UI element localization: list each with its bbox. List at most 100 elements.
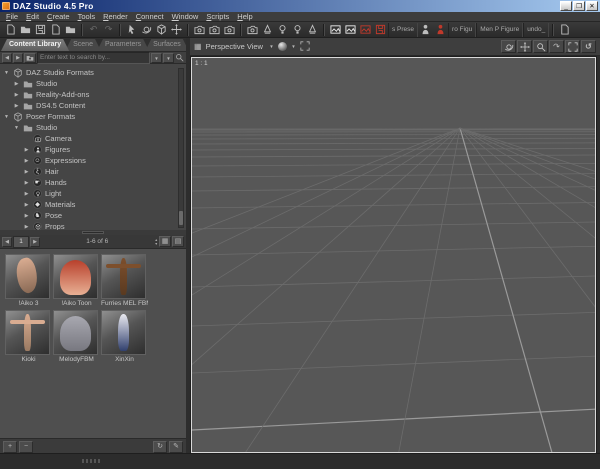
page-number-field[interactable]: 1	[13, 235, 29, 248]
rotate-camera-button[interactable]: ↷	[549, 40, 564, 53]
thumbnail--aiko-toon[interactable]	[53, 254, 98, 299]
list-view-button[interactable]: ▤	[172, 236, 184, 247]
thumbnail-size-spinner[interactable]: ▲ ▼	[155, 238, 158, 246]
tree-item-hands[interactable]: ▶ ☛ Hands	[0, 177, 186, 188]
expander-closed-icon[interactable]: ▶	[13, 92, 20, 98]
expander-closed-icon[interactable]: ▶	[13, 81, 20, 87]
new-script-button[interactable]	[557, 23, 572, 37]
menu-tools[interactable]: Tools	[74, 12, 100, 22]
preset-button-2[interactable]: ro Figu	[448, 22, 477, 37]
render-settings-button[interactable]	[358, 23, 373, 37]
tree-item-camera[interactable]: Camera	[0, 133, 186, 144]
minimize-button[interactable]: _	[560, 1, 572, 11]
new-file-button[interactable]	[3, 23, 18, 37]
restore-button[interactable]: ❒	[573, 1, 585, 11]
add-content-button[interactable]: +	[3, 440, 17, 453]
camera-tool-button-2[interactable]	[207, 23, 222, 37]
tree-item-ds4-5-content[interactable]: ▶ DS4.5 Content	[0, 100, 186, 111]
pan-camera-button[interactable]	[517, 40, 532, 53]
drawstyle-sphere-icon[interactable]	[277, 42, 287, 51]
tree-item-daz-studio-formats[interactable]: ▼ DAZ Studio Formats	[0, 67, 186, 78]
reset-camera-button[interactable]: ↺	[581, 40, 596, 53]
menu-render[interactable]: Render	[99, 12, 132, 22]
expander-closed-icon[interactable]: ▶	[23, 169, 30, 175]
camera-tool-button-1[interactable]	[192, 23, 207, 37]
tab-parameters[interactable]: Parameters	[97, 39, 149, 51]
viewport-options-button[interactable]	[300, 38, 310, 56]
search-back-button[interactable]: ◀	[2, 52, 12, 63]
orbit-camera-button[interactable]	[501, 40, 516, 53]
tree-item-studio[interactable]: ▶ Studio	[0, 78, 186, 89]
thumbnail-furries-mel-fbm[interactable]	[101, 254, 146, 299]
thumbnail--aiko-3[interactable]	[5, 254, 50, 299]
menu-connect[interactable]: Connect	[132, 12, 168, 22]
node-selection-tool-button[interactable]	[124, 23, 139, 37]
camera-selector[interactable]: Perspective View	[206, 42, 263, 51]
menu-scripts[interactable]: Scripts	[202, 12, 233, 22]
zoom-camera-button[interactable]	[533, 40, 548, 53]
import-button[interactable]	[48, 23, 63, 37]
tree-scrollbar-thumb[interactable]	[179, 211, 183, 225]
tree-scrollbar[interactable]	[178, 68, 184, 228]
3d-viewport[interactable]: 1 : 1	[191, 57, 596, 453]
search-input[interactable]	[37, 51, 150, 64]
expander-closed-icon[interactable]: ▶	[13, 103, 20, 109]
tree-item-expressions[interactable]: ▶ ☺ Expressions	[0, 155, 186, 166]
wardrobe-button[interactable]	[418, 23, 433, 37]
edit-button[interactable]: ✎	[169, 440, 183, 453]
menu-file[interactable]: File	[2, 12, 22, 22]
new-spotlight-button[interactable]	[260, 23, 275, 37]
expander-open-icon[interactable]: ▼	[3, 70, 10, 76]
rotate-tool-button[interactable]	[139, 23, 154, 37]
tree-item-poser-formats[interactable]: ▼ Poser Formats	[0, 111, 186, 122]
render-album-button[interactable]	[373, 23, 388, 37]
expander-closed-icon[interactable]: ▶	[23, 158, 30, 164]
search-forward-button[interactable]: ▶	[13, 52, 23, 63]
menu-edit[interactable]: Edit	[22, 12, 43, 22]
menu-window[interactable]: Window	[168, 12, 203, 22]
viewport-grid-icon[interactable]: ▦	[194, 42, 202, 51]
thumbnail-kioki[interactable]	[5, 310, 50, 355]
expander-closed-icon[interactable]: ▶	[23, 180, 30, 186]
search-type-dropdown[interactable]: ▼	[163, 52, 174, 63]
page-next-button[interactable]: ▶	[30, 236, 40, 247]
menu-help[interactable]: Help	[233, 12, 256, 22]
tree-item-reality-add-ons[interactable]: ▶ Reality-Add-ons	[0, 89, 186, 100]
expander-open-icon[interactable]: ▼	[3, 114, 10, 120]
tree-item-light[interactable]: ▶ Light	[0, 188, 186, 199]
camera-settings-button[interactable]	[222, 23, 237, 37]
close-button[interactable]: ✕	[586, 1, 598, 11]
tab-content-library[interactable]: Content Library	[1, 39, 69, 51]
expander-closed-icon[interactable]: ▶	[23, 191, 30, 197]
expander-closed-icon[interactable]: ▶	[23, 202, 30, 208]
redo-button[interactable]: ↷	[101, 23, 116, 37]
menu-create[interactable]: Create	[43, 12, 74, 22]
camera-dropdown-icon[interactable]: ▼	[267, 44, 276, 49]
preset-button-1[interactable]: s Prese	[388, 22, 419, 37]
new-distant-light-button[interactable]	[290, 23, 305, 37]
expander-open-icon[interactable]: ▼	[13, 125, 20, 131]
search-filter-dropdown[interactable]: ▼	[151, 52, 162, 63]
tree-item-materials[interactable]: ▶ ◆ Materials	[0, 199, 186, 210]
remove-content-button[interactable]: −	[19, 440, 33, 453]
thumbnail-melodyfbm[interactable]	[53, 310, 98, 355]
frame-button[interactable]	[565, 40, 580, 53]
grid-view-button[interactable]: ▦	[159, 236, 171, 247]
tree-item-figures[interactable]: ▶ Figures	[0, 144, 186, 155]
new-point-light-button[interactable]	[275, 23, 290, 37]
render-button[interactable]	[328, 23, 343, 37]
undo-button[interactable]: ↶	[86, 23, 101, 37]
tree-item-pose[interactable]: ▶ ♞ Pose	[0, 210, 186, 221]
render-preview-button[interactable]	[343, 23, 358, 37]
translate-tool-button[interactable]	[169, 23, 184, 37]
tab-scene[interactable]: Scene	[65, 39, 101, 51]
spin-down-icon[interactable]: ▼	[155, 242, 158, 246]
preset-button-4[interactable]: undo_	[523, 22, 550, 37]
expander-closed-icon[interactable]: ▶	[23, 147, 30, 153]
tree-item-props[interactable]: ▶ Props	[0, 221, 186, 230]
resize-handle-icon[interactable]	[82, 459, 102, 463]
thumbnail-xinxin[interactable]	[101, 310, 146, 355]
tree-item-studio[interactable]: ▼ Studio	[0, 122, 186, 133]
open-file-button[interactable]	[18, 23, 33, 37]
preset-button-3[interactable]: Men P Figure	[476, 22, 524, 37]
